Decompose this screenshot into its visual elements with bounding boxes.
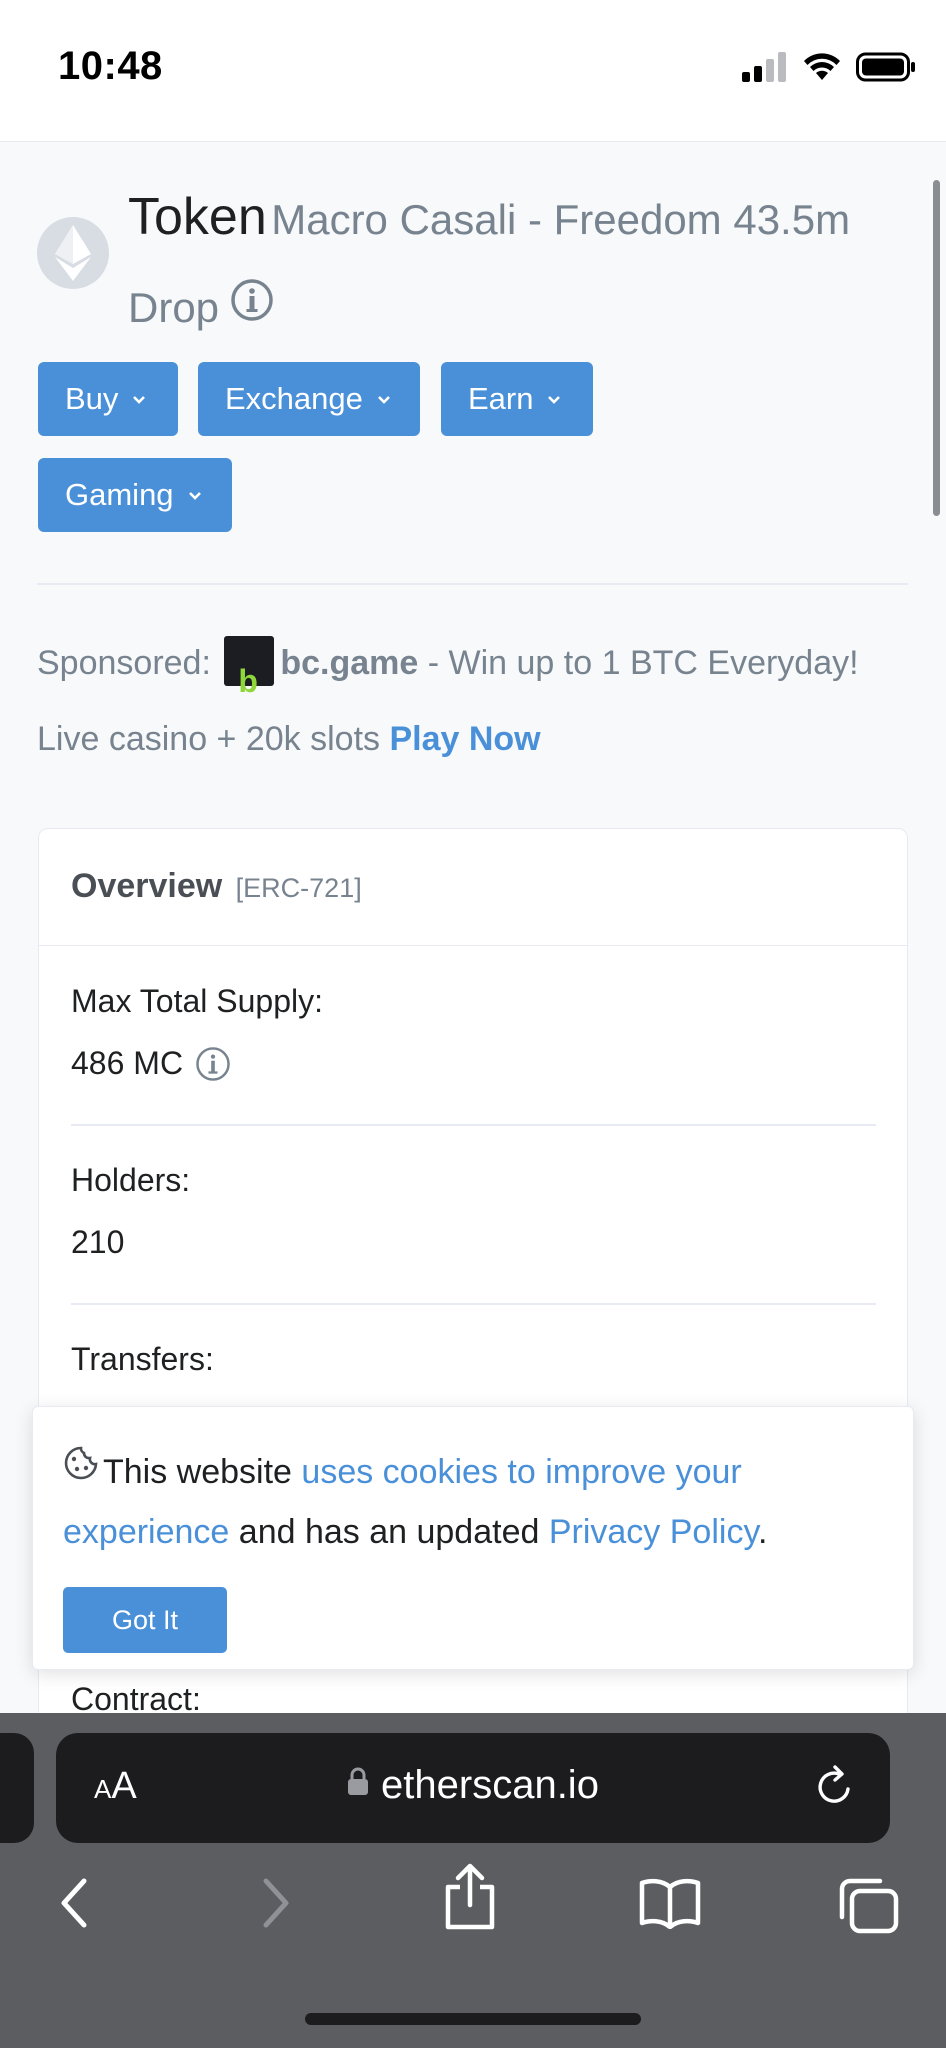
overview-title: Overview [ERC-721]: [71, 867, 362, 905]
row-divider: [71, 1124, 876, 1126]
sponsored-banner: Sponsored: b bc.game - Win up to 1 BTC Ev…: [37, 625, 917, 777]
chevron-down-icon: [377, 389, 391, 410]
battery-icon: [856, 52, 915, 82]
buy-button[interactable]: Buy: [38, 362, 178, 436]
max-supply-label: Max Total Supply:: [71, 983, 323, 1019]
wifi-icon: [804, 53, 840, 80]
token-label: Token: [128, 188, 267, 246]
info-icon[interactable]: [195, 1046, 231, 1082]
exchange-button[interactable]: Exchange: [198, 362, 420, 436]
scrollbar[interactable]: [933, 180, 940, 516]
back-icon[interactable]: [56, 1875, 92, 1936]
row-divider: [71, 1303, 876, 1305]
reload-icon[interactable]: [814, 1763, 856, 1814]
status-bar: 10:48: [0, 0, 946, 142]
transfers-label: Transfers:: [71, 1341, 214, 1377]
buy-button-label: Buy: [65, 381, 119, 416]
chevron-down-icon: [547, 389, 561, 410]
cookie-message: This website uses cookies to improve you…: [63, 1443, 903, 1561]
url-display[interactable]: etherscan.io: [56, 1763, 890, 1810]
privacy-policy-link[interactable]: Privacy Policy: [549, 1513, 758, 1551]
url-text: etherscan.io: [381, 1763, 599, 1807]
got-it-button[interactable]: Got It: [63, 1587, 227, 1653]
chevron-down-icon: [132, 389, 146, 410]
home-indicator: [305, 2013, 641, 2025]
tabs-icon[interactable]: [838, 1877, 900, 1940]
holders-value: 210: [71, 1224, 125, 1260]
sponsored-prefix: Sponsored:: [37, 644, 211, 682]
status-time: 10:48: [58, 44, 163, 88]
share-icon[interactable]: [444, 1863, 496, 1936]
chevron-down-icon: [188, 485, 202, 506]
browser-toolbar: AA etherscan.io: [0, 1713, 946, 2048]
max-supply-value: 486 MC: [71, 1045, 184, 1081]
cellular-signal-icon: [742, 52, 786, 82]
cookie-banner: This website uses cookies to improve you…: [32, 1406, 914, 1670]
max-supply-row: 486 MC: [71, 1045, 231, 1082]
holders-label: Holders:: [71, 1162, 191, 1198]
token-standard-badge: [ERC-721]: [235, 873, 362, 903]
previous-tab-preview[interactable]: [0, 1733, 34, 1843]
exchange-button-label: Exchange: [225, 381, 363, 416]
gaming-button[interactable]: Gaming: [38, 458, 232, 532]
lock-icon: [347, 1761, 369, 1806]
earn-button[interactable]: Earn: [441, 362, 593, 436]
forward-icon[interactable]: [258, 1875, 294, 1936]
gaming-button-label: Gaming: [65, 477, 174, 512]
bc-game-logo-icon[interactable]: b: [224, 636, 275, 699]
play-now-link[interactable]: Play Now: [389, 720, 540, 758]
page-title: Token Macro Casali - Freedom 43.5m Drop: [128, 178, 908, 357]
sponsor-brand-link[interactable]: bc.game: [280, 644, 418, 682]
divider: [37, 583, 908, 585]
cookie-icon: [63, 1441, 99, 1499]
ethereum-logo-icon: [37, 217, 109, 289]
overview-card-header: Overview [ERC-721]: [39, 829, 907, 946]
status-icons: [742, 52, 916, 82]
info-icon[interactable]: [230, 278, 274, 357]
bookmarks-icon[interactable]: [638, 1877, 702, 1934]
address-bar[interactable]: AA etherscan.io: [56, 1733, 890, 1843]
earn-button-label: Earn: [468, 381, 534, 416]
